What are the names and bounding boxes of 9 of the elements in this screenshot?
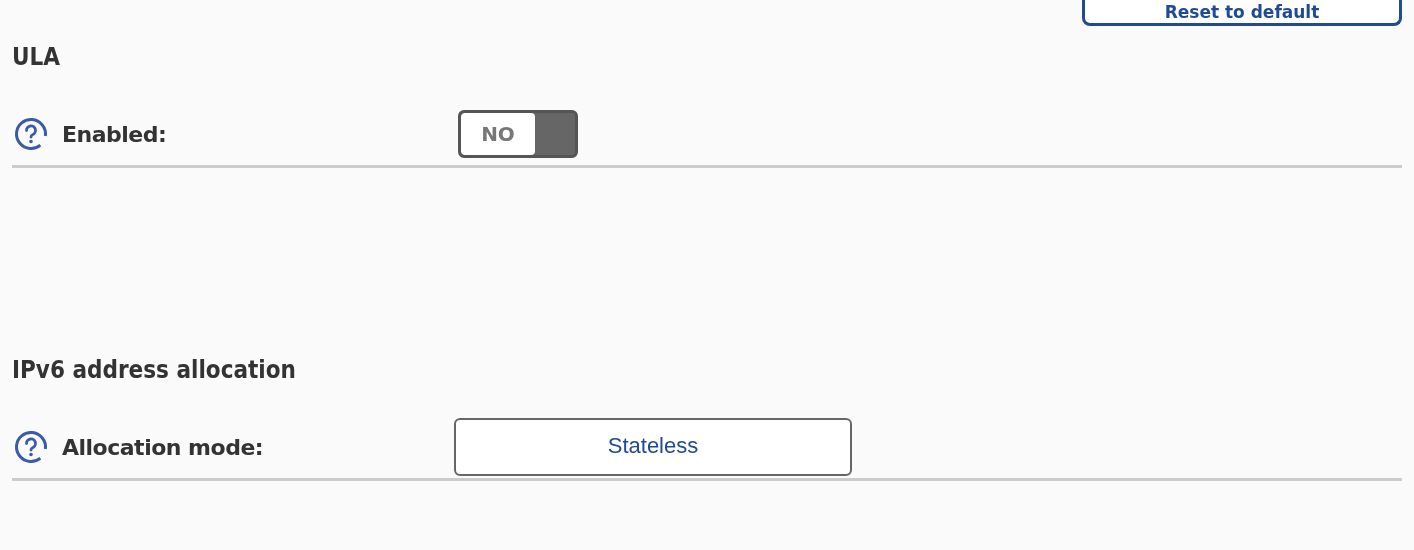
section-heading: ULA [12,42,61,73]
field-label: Allocation mode: [62,434,264,460]
allocation-mode-select[interactable]: Stateless [454,418,852,476]
toggle-switch[interactable]: NO [458,110,578,158]
help-icon[interactable] [14,430,48,464]
section-heading: IPv6 address allocation [12,355,297,386]
field-label: Enabled: [62,121,167,147]
reset-to-default-button[interactable]: Reset to default [1082,0,1402,26]
help-icon[interactable] [14,117,48,151]
